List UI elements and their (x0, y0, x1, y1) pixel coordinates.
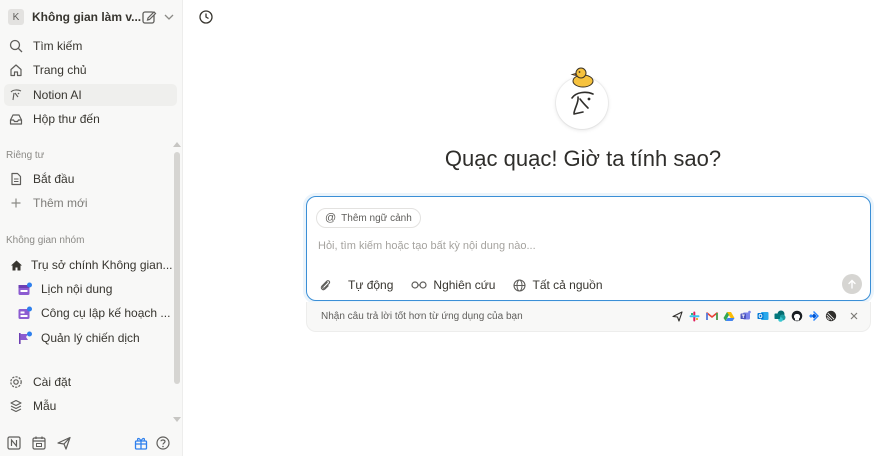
notion-ai-icon (7, 86, 25, 104)
templates-icon (7, 397, 25, 415)
sidebar-item-team-hq[interactable]: Trụ sở chính Không gian... (4, 254, 177, 276)
arrow-up-icon (848, 279, 856, 289)
main-area: Quạc quạc! Giờ ta tính sao? @ Thêm ngữ c… (183, 0, 880, 456)
flag-icon (15, 329, 33, 347)
plus-icon (7, 194, 25, 212)
scroll-down-arrow-icon[interactable] (173, 417, 181, 422)
slack-icon (688, 310, 701, 323)
workspace-name: Không gian làm v... (32, 10, 142, 24)
at-sign-icon: @ (325, 212, 337, 224)
compose-icon[interactable] (141, 9, 157, 25)
jira-icon (807, 310, 820, 323)
notion-logo-icon[interactable] (6, 435, 22, 451)
workspace-avatar: K (8, 9, 24, 25)
sidebar-item-label: Tìm kiếm (33, 39, 83, 53)
page-title: Quạc quạc! Giờ ta tính sao? (444, 146, 722, 171)
help-icon[interactable] (155, 435, 171, 451)
sidebar-item-planner[interactable]: Công cụ lập kế hoạch ... (12, 302, 177, 324)
sidebar-scrollbar[interactable] (173, 140, 181, 424)
glasses-icon (411, 281, 428, 289)
calendar-app-icon[interactable] (31, 435, 47, 451)
gmail-icon (705, 310, 718, 323)
google-drive-icon (722, 310, 735, 323)
sidebar: K Không gian làm v... Tìm kiếm Trang chủ… (0, 0, 183, 456)
sidebar-item-campaigns[interactable]: Quản lý chiến dịch (12, 327, 177, 349)
sidebar-item-getting-started[interactable]: Bắt đầu (4, 168, 177, 190)
attach-paperclip-icon[interactable] (318, 278, 332, 292)
sidebar-item-inbox[interactable]: Hộp thư đến (4, 108, 177, 130)
sidebar-item-settings[interactable]: Cài đặt (4, 371, 177, 393)
close-icon[interactable] (847, 309, 861, 323)
workspace-switcher[interactable]: K Không gian làm v... (6, 6, 178, 28)
scroll-up-arrow-icon[interactable] (173, 142, 181, 147)
mode-auto-button[interactable]: Tự động (348, 278, 393, 292)
sidebar-item-add-new[interactable]: Thêm mới (4, 192, 177, 214)
sidebar-item-label: Trang chủ (33, 63, 87, 77)
sidebar-item-label: Quản lý chiến dịch (41, 331, 140, 345)
sidebar-item-label: Notion AI (33, 88, 82, 102)
github-icon (790, 310, 803, 323)
home-icon (7, 61, 25, 79)
research-label: Nghiên cứu (433, 278, 496, 292)
sidebar-item-label: Lịch nội dung (41, 282, 113, 296)
add-context-label: Thêm ngữ cảnh (341, 212, 412, 224)
sidebar-item-home[interactable]: Trang chủ (4, 59, 177, 81)
add-context-button[interactable]: @ Thêm ngữ cảnh (316, 208, 421, 228)
scrollbar-thumb[interactable] (174, 152, 180, 384)
linear-icon (824, 310, 837, 323)
globe-icon (513, 278, 527, 292)
sidebar-item-label: Công cụ lập kế hoạch ... (41, 306, 171, 320)
search-icon (7, 37, 25, 55)
send-button[interactable] (842, 274, 862, 294)
prompt-input[interactable]: Hỏi, tìm kiếm hoặc tạo bất kỳ nội dung n… (318, 240, 536, 252)
all-sources-label: Tất cả nguồn (532, 278, 603, 292)
sidebar-item-label: Mẫu (33, 399, 57, 413)
notion-ai-logo (556, 66, 610, 130)
gear-icon (7, 373, 25, 391)
all-sources-button[interactable]: Tất cả nguồn (513, 278, 603, 292)
teams-icon (739, 310, 752, 323)
inbox-icon (7, 110, 25, 128)
sidebar-item-label: Cài đặt (33, 375, 72, 389)
sidebar-item-label: Thêm mới (33, 196, 88, 210)
send-app-icon (671, 310, 684, 323)
sidebar-item-content-calendar[interactable]: Lịch nội dung (12, 278, 177, 300)
research-button[interactable]: Nghiên cứu (411, 278, 495, 292)
section-label-team[interactable]: Không gian nhóm (6, 235, 84, 246)
ai-composer[interactable]: @ Thêm ngữ cảnh Hỏi, tìm kiếm hoặc tạo b… (306, 196, 871, 301)
planner-icon (15, 304, 33, 322)
history-clock-icon[interactable] (198, 9, 214, 25)
sidebar-item-notion-ai[interactable]: Notion AI (4, 84, 177, 106)
sidebar-item-label: Bắt đầu (33, 172, 75, 186)
gift-box-icon[interactable] (133, 435, 149, 451)
section-label-private[interactable]: Riêng tư (6, 150, 44, 161)
calendar-icon (15, 280, 33, 298)
duck-icon (570, 67, 594, 88)
sidebar-item-templates[interactable]: Mẫu (4, 395, 177, 417)
chevron-down-icon[interactable] (162, 10, 176, 24)
sidebar-item-label: Hộp thư đến (33, 112, 100, 126)
page-icon (7, 170, 25, 188)
sharepoint-icon (773, 310, 786, 323)
mail-send-icon[interactable] (56, 435, 72, 451)
connect-apps-banner[interactable]: Nhận câu trả lời tốt hơn từ ứng dụng của… (306, 302, 871, 332)
sidebar-item-label: Trụ sở chính Không gian... (31, 258, 173, 272)
connect-apps-text: Nhận câu trả lời tốt hơn từ ứng dụng của… (321, 311, 523, 322)
sidebar-item-search[interactable]: Tìm kiếm (4, 35, 177, 57)
sidebar-footer (0, 432, 182, 454)
mode-auto-label: Tự động (348, 278, 394, 292)
house-filled-icon (7, 256, 25, 274)
outlook-icon (756, 310, 769, 323)
app-icons (667, 309, 837, 323)
composer-toolbar: Tự động Nghiên cứu Tất cả nguồn (318, 276, 621, 294)
